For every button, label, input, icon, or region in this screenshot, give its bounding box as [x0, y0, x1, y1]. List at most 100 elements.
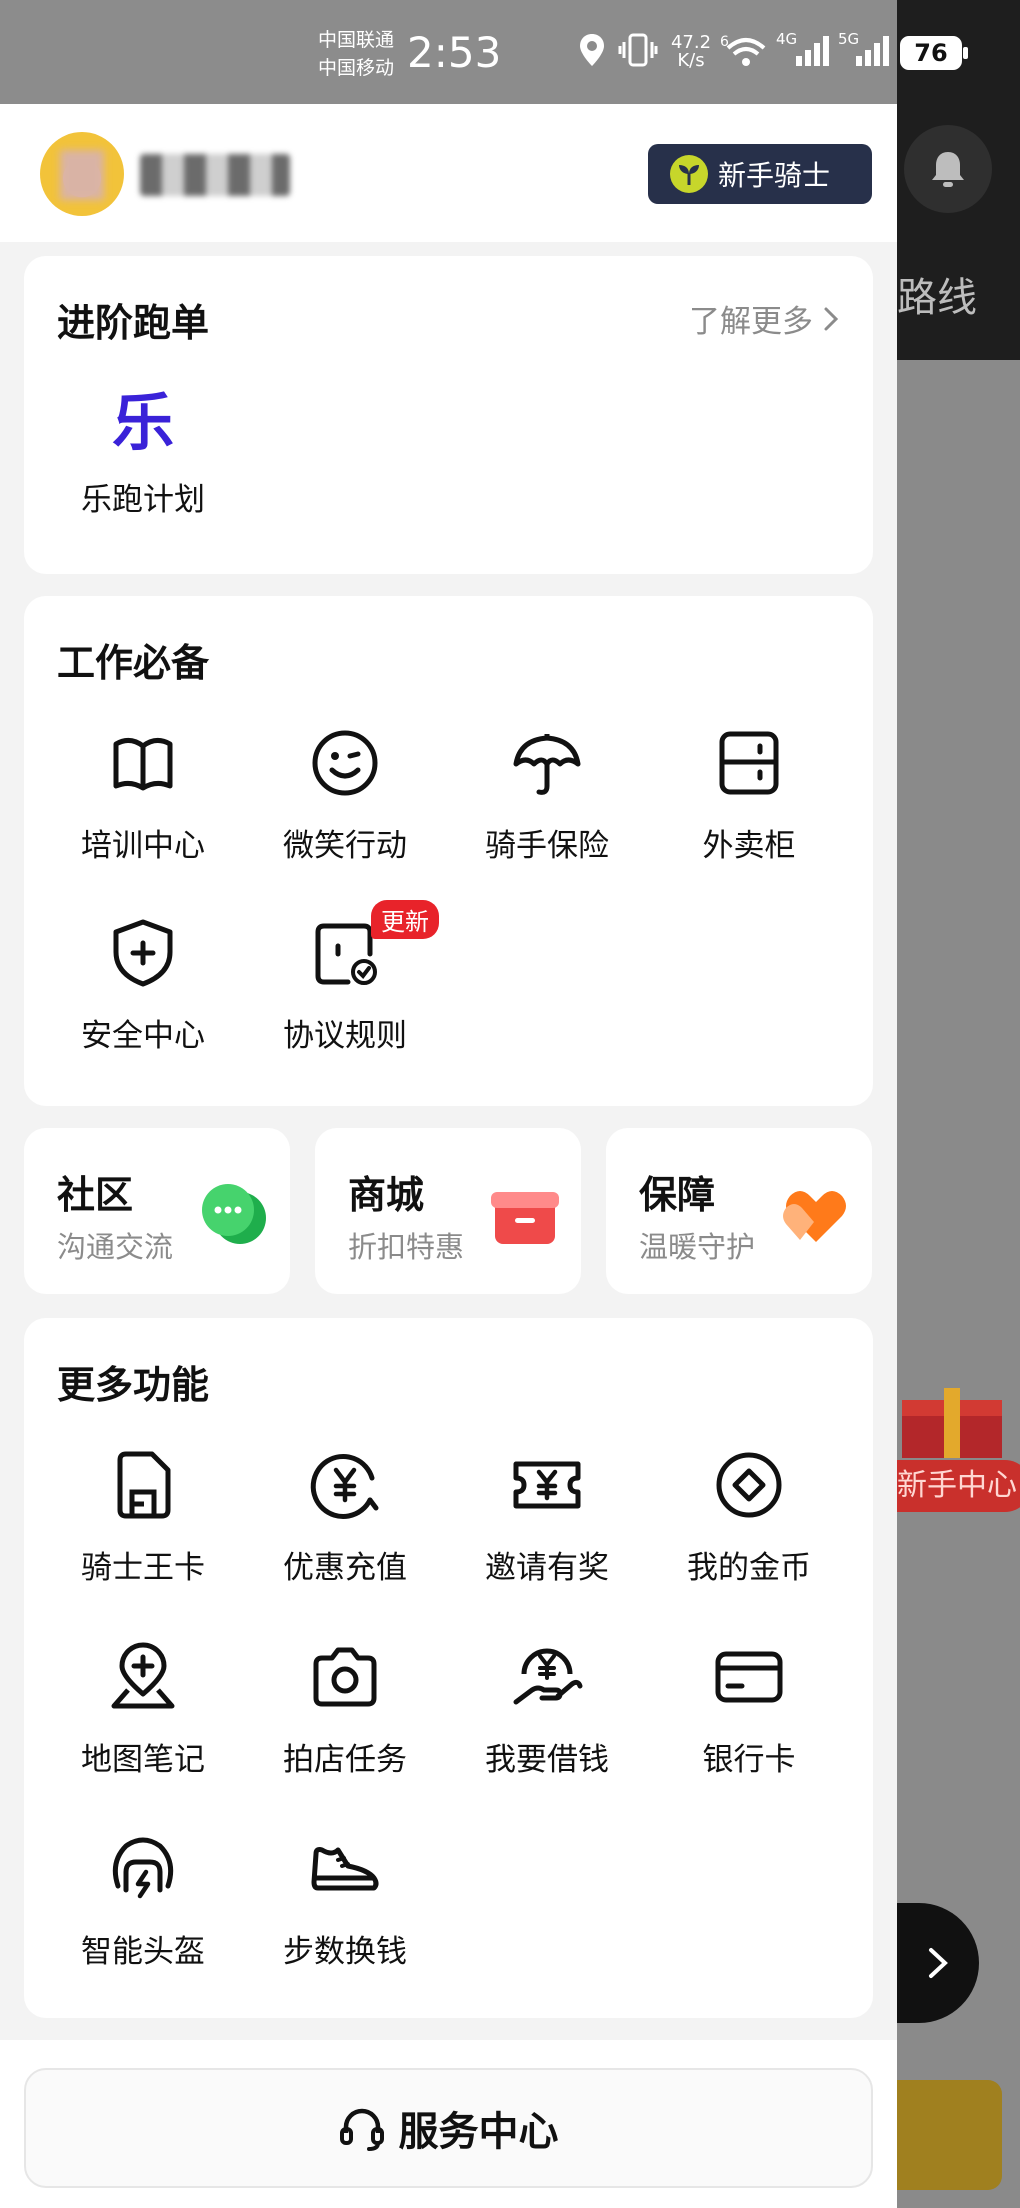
advance-title: 进阶跑单 [57, 301, 210, 345]
service-center-label: 服务中心 [398, 2109, 559, 2155]
heart-icon [783, 1191, 846, 1242]
mall-title: 商城 [348, 1173, 425, 1217]
grid-item-safety[interactable]: 安全中心 [53, 916, 233, 1055]
carrier-1: 中国联通 [318, 29, 395, 51]
grid-item-label: 地图笔记 [81, 1742, 205, 1778]
profile-header[interactable]: 新手骑士 [0, 104, 897, 242]
grid-item-label: 骑手保险 [485, 828, 609, 864]
rider-level-badge[interactable]: 新手骑士 [648, 144, 872, 204]
community-card[interactable]: 社区 沟通交流 [24, 1128, 290, 1294]
badge-label: 新手骑士 [718, 159, 831, 192]
grid-item-label: 我要借钱 [485, 1742, 609, 1778]
more-title: 更多功能 [57, 1363, 210, 1407]
bell-icon [904, 125, 992, 213]
book-icon [113, 738, 173, 791]
lepao-logo-icon: 乐 [111, 386, 174, 459]
learn-more-label: 了解更多 [689, 304, 813, 340]
coin-icon [716, 1452, 782, 1518]
signal-2-icon [856, 36, 889, 66]
grid-item-shop-photo[interactable]: 拍店任务 [255, 1640, 435, 1779]
grid-item-bank-card[interactable]: 银行卡 [659, 1640, 839, 1779]
bank-card-icon [715, 1651, 783, 1703]
work-section: 工作必备 培训中心 微笑行动 骑手保险 外卖柜 安全中心 更新 协议规则 [24, 596, 873, 1106]
carrier-2: 中国移动 [318, 57, 395, 79]
protection-title: 保障 [639, 1173, 716, 1217]
grid-item-lepao[interactable]: 乐 乐跑计划 [53, 386, 233, 519]
side-drawer: 新手骑士 进阶跑单 了解更多 乐 乐跑计划 工作必备 培训中心 微笑行动 骑手保… [0, 104, 897, 2208]
grid-item-insurance[interactable]: 骑手保险 [457, 726, 637, 865]
grid-item-label: 步数换钱 [283, 1934, 407, 1970]
protection-subtitle: 温暖守护 [639, 1230, 756, 1264]
community-subtitle: 沟通交流 [57, 1230, 174, 1264]
shield-plus-icon [113, 919, 173, 987]
grid-item-label: 邀请有奖 [485, 1550, 609, 1586]
speed-unit: K/s [677, 50, 705, 71]
grid-item-label: 协议规则 [283, 1018, 407, 1054]
grid-item-sim-card[interactable]: 骑士王卡 [53, 1448, 233, 1587]
background-route-text: 路线 [897, 275, 977, 321]
yuan-coin-icon [310, 1454, 379, 1519]
grid-item-label: 智能头盔 [81, 1934, 205, 1970]
smile-icon [312, 730, 378, 796]
status-time: 2:53 [407, 28, 502, 77]
umbrella-icon [513, 734, 581, 795]
grid-item-label: 骑士王卡 [81, 1550, 205, 1586]
sneaker-icon [311, 1847, 379, 1891]
grid-item-loan[interactable]: 我要借钱 [457, 1640, 637, 1779]
grid-item-recharge[interactable]: 优惠充值 [255, 1448, 435, 1587]
grid-item-label: 优惠充值 [283, 1550, 407, 1586]
network-speed: 47.2 K/s [668, 34, 714, 70]
grid-item-label: 乐跑计划 [81, 482, 205, 518]
more-section: 更多功能 骑士王卡 优惠充值 邀请有奖 我的金币 地图笔记 拍店任务 我要借钱 [24, 1318, 873, 2018]
background-newbie-center: 新手中心 [897, 1460, 1020, 1512]
grid-item-label: 银行卡 [702, 1742, 796, 1778]
learn-more-link[interactable]: 了解更多 [689, 296, 839, 341]
update-tag: 更新 [371, 900, 439, 939]
grid-item-steps[interactable]: 步数换钱 [255, 1832, 435, 1971]
grid-item-label: 培训中心 [81, 828, 205, 864]
sim-card-icon [117, 1451, 171, 1519]
map-pin-plus-icon [111, 1642, 175, 1709]
sprout-icon [670, 155, 708, 193]
chat-bubble-icon [202, 1184, 266, 1244]
grid-item-smile[interactable]: 微笑行动 [255, 726, 435, 865]
grid-item-label: 安全中心 [81, 1018, 205, 1054]
background-button [897, 2080, 1002, 2190]
grid-item-coins[interactable]: 我的金币 [659, 1448, 839, 1587]
username-redacted [140, 154, 290, 196]
work-title: 工作必备 [57, 641, 210, 685]
grid-item-locker[interactable]: 外卖柜 [659, 726, 839, 865]
gift-icon [902, 1380, 1002, 1460]
grid-item-invite[interactable]: 邀请有奖 [457, 1448, 637, 1587]
grid-item-label: 我的金币 [687, 1550, 811, 1586]
ticket-icon [513, 1461, 581, 1509]
mall-card[interactable]: 商城 折扣特惠 [315, 1128, 581, 1294]
location-icon [580, 34, 604, 66]
grid-item-label: 微笑行动 [283, 828, 407, 864]
chevron-right-icon [897, 1903, 979, 2023]
wifi-icon: 6 [720, 34, 766, 66]
gift-box-icon [491, 1192, 559, 1244]
signal-1-icon [796, 36, 829, 66]
community-title: 社区 [57, 1173, 134, 1217]
chevron-right-icon [824, 307, 839, 330]
service-center-button[interactable]: 服务中心 [24, 2068, 873, 2188]
grid-item-agreement[interactable]: 更新 协议规则 [255, 900, 439, 1055]
protection-card[interactable]: 保障 温暖守护 [606, 1128, 872, 1294]
grid-item-label: 拍店任务 [283, 1742, 407, 1778]
battery-indicator: 76 [900, 36, 968, 70]
grid-item-map-notes[interactable]: 地图笔记 [53, 1640, 233, 1779]
avatar[interactable] [40, 132, 124, 216]
headset-icon [339, 2108, 384, 2151]
grid-item-helmet[interactable]: 智能头盔 [53, 1832, 233, 1971]
hand-money-icon [513, 1648, 583, 1705]
camera-icon [313, 1647, 377, 1707]
background-app: 路线 新手中心 [897, 0, 1020, 2208]
status-bar: 中国联通 中国移动 2:53 47.2 K/s 6 4G 5G [0, 0, 897, 104]
vibrate-icon [618, 33, 658, 67]
mall-subtitle: 折扣特惠 [348, 1230, 465, 1264]
advance-section: 进阶跑单 了解更多 乐 乐跑计划 [24, 256, 873, 574]
grid-item-training[interactable]: 培训中心 [53, 726, 233, 865]
helmet-icon [112, 1837, 174, 1899]
cabinet-icon [719, 731, 779, 795]
